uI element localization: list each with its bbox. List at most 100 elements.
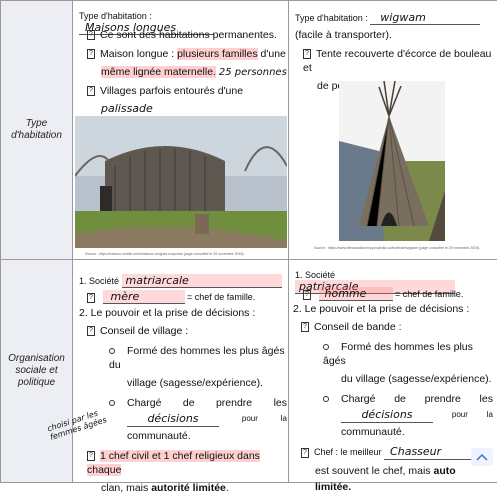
council-bullet: ? Conseil de village : <box>87 324 287 338</box>
chiefs-text-cont: clan, mais autorité limitée. <box>101 481 287 495</box>
chief-text: Chef : le meilleur <box>314 447 382 457</box>
item-text: la <box>281 412 287 427</box>
chiefs-text: . <box>226 482 229 494</box>
handwritten-answer: palissade <box>101 102 271 117</box>
decisions-line: décisions pour la <box>341 408 493 423</box>
council-text: Conseil de village : <box>100 325 188 337</box>
family-head-answer: mère <box>103 290 185 304</box>
chief-bullet: ? Chef : le meilleur Chasseur <box>301 445 495 460</box>
item-text: Chargé <box>341 393 375 405</box>
checkbox-icon: ? <box>87 451 95 461</box>
bullet-permanent: ? Ce sont des habitations permanentes. <box>87 28 287 42</box>
chief-text-end: limitée. <box>315 480 495 494</box>
checkbox-icon: ? <box>87 293 95 303</box>
chiefs-bold: autorité limitée <box>151 482 226 494</box>
checkbox-icon: ? <box>87 49 95 59</box>
item-text-cont: communauté. <box>127 429 287 443</box>
item-text: de <box>394 392 406 406</box>
chiefs-text: clan, mais <box>101 482 151 494</box>
item-text: pour <box>452 408 468 423</box>
decisions-answer: décisions <box>127 412 219 427</box>
checkbox-icon: ? <box>301 322 309 332</box>
item-text-cont: du village (sagesse/expérience). <box>341 372 495 386</box>
chiefs-text: 1 chef civil et 1 chef religieux dans ch… <box>87 450 260 476</box>
checkbox-icon: ? <box>303 49 311 59</box>
item-text: les <box>274 396 287 410</box>
lineage-line: même lignée maternelle. 25 personnes <box>101 65 287 80</box>
circle-bullet-icon <box>323 344 329 350</box>
circle-bullet-icon <box>323 396 329 402</box>
decisions-line: décisions pour la <box>127 412 287 427</box>
chief-text-cont: est souvent le chef, mais auto <box>315 464 495 478</box>
item-text: prendre <box>216 396 252 410</box>
cell-left-organisation: 1. Société matriarcale ? mère = chef de … <box>73 260 289 483</box>
family-head-line: ? homme = chef de famille. <box>303 287 463 301</box>
handwritten-note: 25 personnes <box>219 67 287 78</box>
bullet-text: Tente recouverte d'écorce de bouleau et <box>303 48 491 74</box>
worksheet-page: Type d'habitation Type d'habitation : Ma… <box>0 0 497 480</box>
highlight-text: même lignée maternelle. <box>101 66 216 78</box>
checkbox-icon: ? <box>301 448 309 458</box>
chief-text: est souvent le chef, mais <box>315 465 433 477</box>
society-line: 1. Société matriarcale <box>79 274 282 288</box>
decisions-answer: décisions <box>341 408 433 423</box>
highlight-text: plusieurs familles <box>177 48 258 60</box>
photo-source: Source : https://www.thecanadianencyclop… <box>314 246 480 250</box>
palisade-line: palissade <box>101 102 287 117</box>
checkbox-icon: ? <box>87 86 95 96</box>
item-text: de <box>183 396 195 410</box>
checkbox-icon: ? <box>87 30 95 40</box>
family-head-suffix: = chef de famille. <box>395 289 463 299</box>
item-text: Chargé <box>127 397 161 409</box>
bullet-bark: ?Tente recouverte d'écorce de bouleau et <box>303 47 495 75</box>
scroll-up-button[interactable] <box>471 448 493 466</box>
item-text: les <box>480 392 493 406</box>
row-label-text: Organisation sociale et politique <box>7 353 67 389</box>
item-text: Formé des hommes les plus âgés <box>323 341 473 367</box>
checkbox-icon: ? <box>303 290 311 300</box>
cell-left-habitation: Type d'habitation : Maisons longues ?Ce … <box>73 1 289 260</box>
bullet-text: Maison longue : <box>100 48 177 60</box>
portable-line: (facile à transporter). <box>295 28 495 42</box>
item-text-cont: village (sagesse/expérience). <box>127 376 287 390</box>
charged-item: Chargé de prendre les <box>323 392 493 406</box>
wigwam-photo <box>339 81 445 241</box>
chevron-up-icon <box>476 453 488 461</box>
society-prefix: 1. Société <box>295 270 335 280</box>
photo-source: Source : https://maison-mobile.com/maiso… <box>85 252 245 256</box>
item-text-cont: communauté. <box>341 425 495 439</box>
formed-item: Formé des hommes les plus âgés <box>323 340 495 368</box>
type-prefix: Type d'habitation : <box>79 11 152 21</box>
item-text: pour <box>242 412 258 427</box>
cell-right-organisation: 1. Société patriarcale ? homme = chef de… <box>289 260 497 483</box>
family-head-answer: homme <box>319 287 393 301</box>
charged-item: Chargé de prendre les <box>109 396 287 410</box>
type-answer: wigwam <box>370 11 480 25</box>
item-text: prendre <box>425 392 461 406</box>
chief-bold: auto <box>433 465 455 477</box>
family-head-line: ? mère = chef de famille. <box>87 290 255 304</box>
row-label-text: Type d'habitation <box>11 118 62 141</box>
comparison-table: Type d'habitation Type d'habitation : Ma… <box>0 0 497 483</box>
type-line: Type d'habitation : wigwam <box>295 11 480 25</box>
council-text: Conseil de bande : <box>314 321 402 333</box>
item-text: la <box>487 408 493 423</box>
chiefs-bullet: ?1 chef civil et 1 chef religieux dans c… <box>87 449 287 477</box>
row-label-organisation: Organisation sociale et politique <box>1 260 73 483</box>
society-answer: matriarcale <box>122 274 282 288</box>
formed-item: Formé des hommes les plus âgés du <box>109 344 287 372</box>
bullet-villages: ?Villages parfois entourés d'une <box>87 84 287 98</box>
type-prefix: Type d'habitation : <box>295 13 368 23</box>
bullet-text: Ce sont des habitations permanentes. <box>100 29 277 41</box>
circle-bullet-icon <box>109 348 115 354</box>
chief-answer: Chasseur <box>384 445 474 460</box>
power-heading: 2. Le pouvoir et la prise de décisions : <box>293 302 495 316</box>
longhouse-photo <box>75 116 287 248</box>
cell-right-habitation: Type d'habitation : wigwam (facile à tra… <box>289 1 497 260</box>
checkbox-icon: ? <box>87 326 95 336</box>
bullet-longhouse: ?Maison longue : plusieurs familles d'un… <box>87 47 287 61</box>
row-label-habitation: Type d'habitation <box>1 1 73 260</box>
society-prefix: 1. Société <box>79 276 119 286</box>
council-bullet: ? Conseil de bande : <box>301 320 495 334</box>
family-head-suffix: = chef de famille. <box>187 292 255 302</box>
